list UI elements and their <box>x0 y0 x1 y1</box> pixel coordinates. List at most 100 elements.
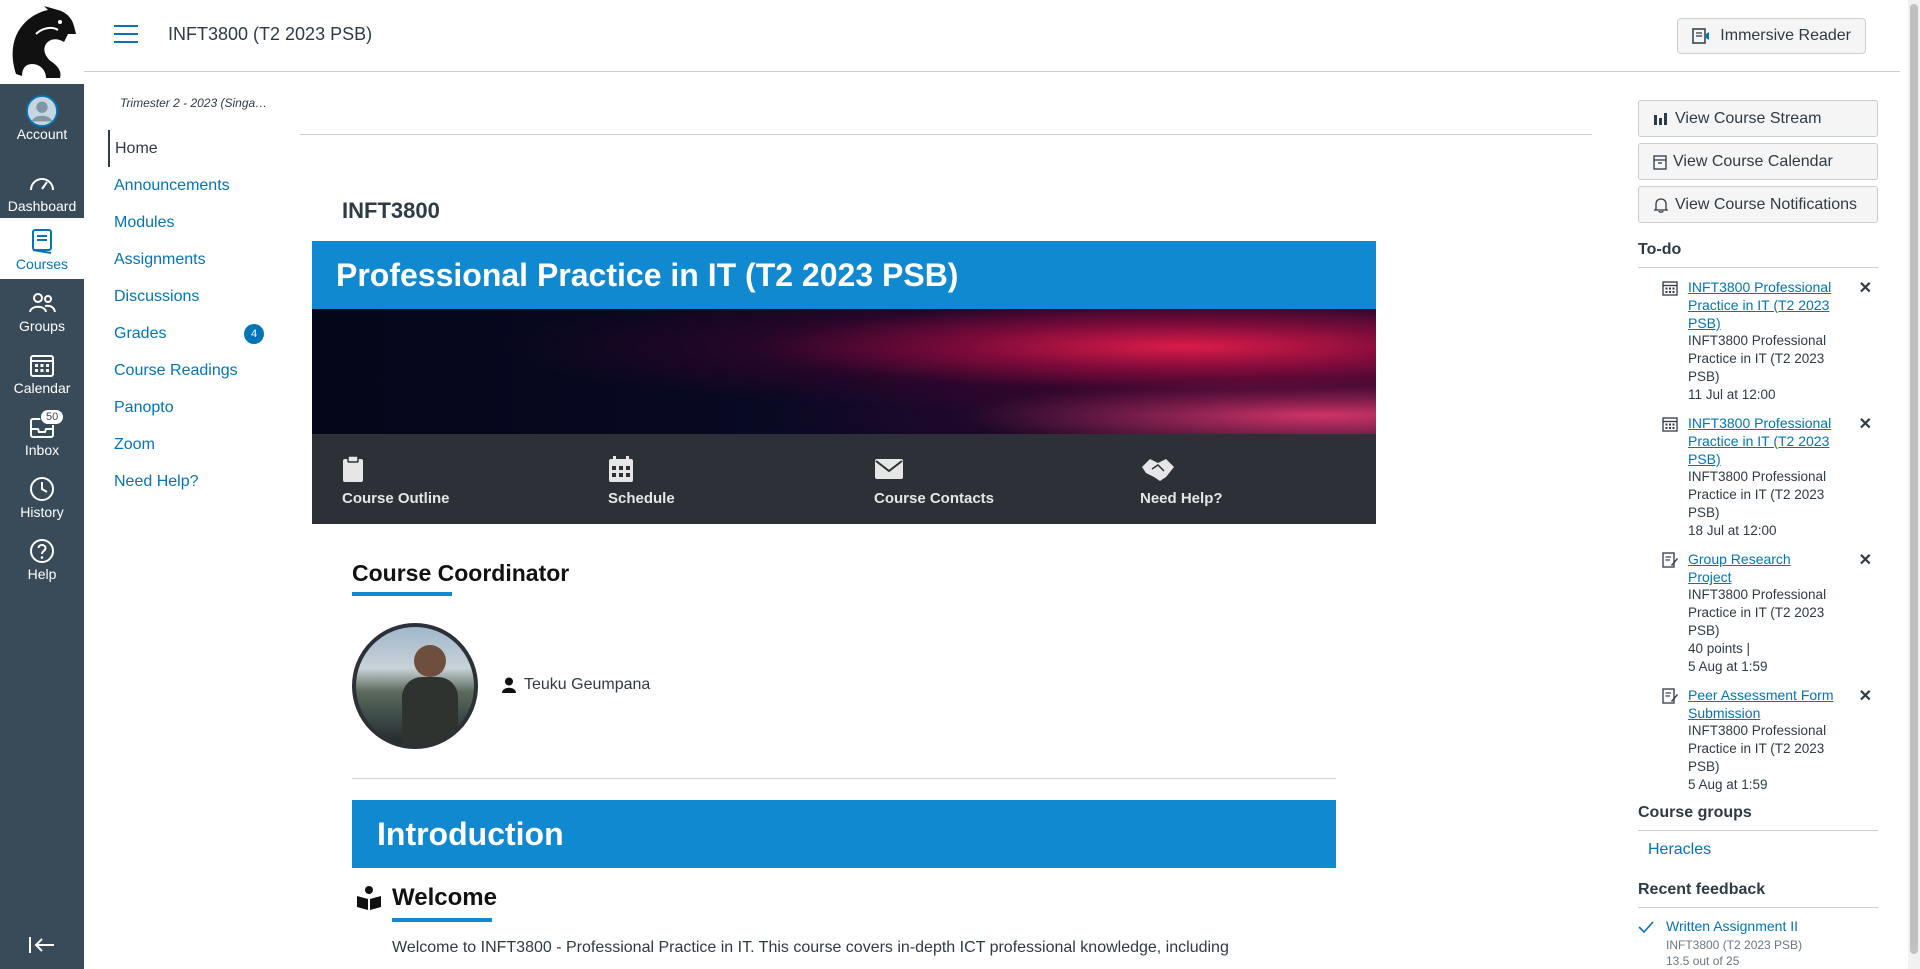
global-nav-courses[interactable]: Courses <box>0 218 84 279</box>
course-header: INFT3800 (T2 2023 PSB) Immersive Reader <box>84 0 1900 72</box>
todo-link[interactable]: Peer Assessment Form Submission <box>1688 686 1838 722</box>
banner-course-contacts-link[interactable]: Course Contacts <box>844 434 1110 524</box>
banner-schedule-link[interactable]: Schedule <box>578 434 844 524</box>
todo-link[interactable]: INFT3800 Professional Practice in IT (T2… <box>1688 278 1838 332</box>
divider <box>352 778 1336 779</box>
button-label: View Course Calendar <box>1673 152 1833 170</box>
global-nav-help[interactable]: Help <box>0 528 84 589</box>
envelope-icon <box>874 454 1110 484</box>
hamburger-menu-icon[interactable] <box>114 25 138 45</box>
coordinator-name: Teuku Geumpana <box>524 676 651 693</box>
course-nav-modules[interactable]: Modules <box>108 204 278 241</box>
todo-item: INFT3800 Professional Practice in IT (T2… <box>1638 278 1878 404</box>
view-course-stream-button[interactable]: View Course Stream <box>1638 100 1878 137</box>
book-reader-icon <box>357 886 381 910</box>
immersive-reader-button[interactable]: Immersive Reader <box>1677 18 1866 54</box>
course-home-content: INFT3800 Professional Practice in IT (T2… <box>300 72 1592 969</box>
dismiss-close-icon[interactable]: ✕ <box>1859 550 1872 570</box>
global-nav-dashboard[interactable]: Dashboard <box>0 160 84 221</box>
welcome-heading: Welcome <box>392 884 497 911</box>
immersive-reader-label: Immersive Reader <box>1720 27 1851 44</box>
button-label: View Course Stream <box>1675 109 1822 127</box>
global-nav-history[interactable]: History <box>0 466 84 527</box>
course-nav-assignments[interactable]: Assignments <box>108 241 278 278</box>
global-nav: Account Dashboard Courses Groups Calenda… <box>0 0 84 969</box>
grades-count-badge: 4 <box>244 324 264 344</box>
heading-underline <box>352 592 452 596</box>
global-nav-label: Help <box>27 565 57 582</box>
calendar-icon <box>1662 417 1678 432</box>
todo-date: 5 Aug at 1:59 <box>1688 659 1768 674</box>
clipboard-icon <box>342 454 578 484</box>
help-icon <box>26 536 58 566</box>
bell-icon <box>1653 197 1669 213</box>
divider <box>300 134 1592 135</box>
assignment-icon <box>1662 688 1678 704</box>
banner-course-outline-link[interactable]: Course Outline <box>312 434 578 524</box>
course-nav-grades[interactable]: Grades 4 <box>108 315 278 352</box>
groups-icon <box>26 288 58 318</box>
course-nav-discussions[interactable]: Discussions <box>108 278 278 315</box>
dismiss-close-icon[interactable]: ✕ <box>1859 686 1872 706</box>
course-nav: Trimester 2 - 2023 (Singap... Home Annou… <box>108 96 278 500</box>
immersive-reader-icon <box>1692 28 1710 44</box>
handshake-icon <box>1140 454 1376 484</box>
course-nav-need-help[interactable]: Need Help? <box>108 463 278 500</box>
feedback-score: 13.5 out of 25 <box>1666 954 1740 968</box>
assignment-icon <box>1662 552 1678 568</box>
todo-date: 11 Jul at 12:00 <box>1688 387 1776 402</box>
todo-link[interactable]: INFT3800 Professional Practice in IT (T2… <box>1688 414 1838 468</box>
banner-need-help-link[interactable]: Need Help? <box>1110 434 1376 524</box>
course-nav-zoom[interactable]: Zoom <box>108 426 278 463</box>
history-icon <box>26 474 58 504</box>
banner-nav: Course Outline Schedule Course Contacts … <box>312 434 1376 524</box>
account-avatar-icon <box>26 94 58 127</box>
global-nav-label: Calendar <box>13 379 71 396</box>
feedback-course: INFT3800 (T2 2023 PSB) <box>1666 938 1803 952</box>
banner-title: Professional Practice in IT (T2 2023 PSB… <box>312 241 1376 309</box>
bar-chart-icon <box>1654 112 1667 125</box>
collapse-arrow-icon <box>29 937 54 953</box>
global-nav-inbox[interactable]: 50 Inbox <box>0 404 84 465</box>
breadcrumb-course-title[interactable]: INFT3800 (T2 2023 PSB) <box>168 24 372 45</box>
collapse-nav-button[interactable] <box>0 935 84 955</box>
course-groups-heading: Course groups <box>1638 804 1878 831</box>
global-nav-label: Courses <box>15 255 69 272</box>
banner-image <box>312 309 1376 434</box>
course-nav-panopto[interactable]: Panopto <box>108 389 278 426</box>
course-nav-home[interactable]: Home <box>108 130 278 167</box>
todo-item: INFT3800 Professional Practice in IT (T2… <box>1638 414 1878 540</box>
welcome-paragraph: Welcome to INFT3800 - Professional Pract… <box>392 939 1229 956</box>
global-nav-groups[interactable]: Groups <box>0 280 84 341</box>
course-nav-course-readings[interactable]: Course Readings <box>108 352 278 389</box>
global-nav-account[interactable]: Account <box>0 88 84 149</box>
global-nav-calendar[interactable]: Calendar <box>0 342 84 403</box>
feedback-link[interactable]: Written Assignment II <box>1666 918 1880 934</box>
institution-logo[interactable] <box>0 0 84 84</box>
banner-nav-label: Course Contacts <box>874 490 995 507</box>
calendar-icon <box>1653 154 1667 170</box>
todo-course: INFT3800 Professional Practice in IT (T2… <box>1688 333 1827 384</box>
todo-link[interactable]: Group Research Project <box>1688 550 1838 586</box>
view-course-notifications-button[interactable]: View Course Notifications <box>1638 186 1878 223</box>
dismiss-close-icon[interactable]: ✕ <box>1859 278 1872 298</box>
group-link[interactable]: Heracles <box>1638 831 1880 859</box>
introduction-heading: Introduction <box>352 800 1336 868</box>
page-scrollbar[interactable] <box>1908 0 1920 969</box>
user-icon <box>502 677 516 693</box>
view-course-calendar-button[interactable]: View Course Calendar <box>1638 143 1878 180</box>
global-nav-label: Account <box>16 125 68 142</box>
global-nav-label: History <box>20 503 64 520</box>
todo-item: Group Research Project INFT3800 Professi… <box>1638 550 1878 676</box>
global-nav-label: Inbox <box>24 441 60 458</box>
todo-heading: To-do <box>1638 241 1878 268</box>
button-label: View Course Notifications <box>1675 195 1858 213</box>
dismiss-close-icon[interactable]: ✕ <box>1859 414 1872 434</box>
course-nav-announcements[interactable]: Announcements <box>108 167 278 204</box>
calendar-icon <box>1662 281 1678 296</box>
todo-points: 40 points | <box>1688 641 1751 656</box>
calendar-icon <box>608 454 844 484</box>
horse-head-logo-icon <box>12 6 76 78</box>
coordinator-photo <box>352 623 478 749</box>
global-nav-label: Dashboard <box>7 197 77 214</box>
